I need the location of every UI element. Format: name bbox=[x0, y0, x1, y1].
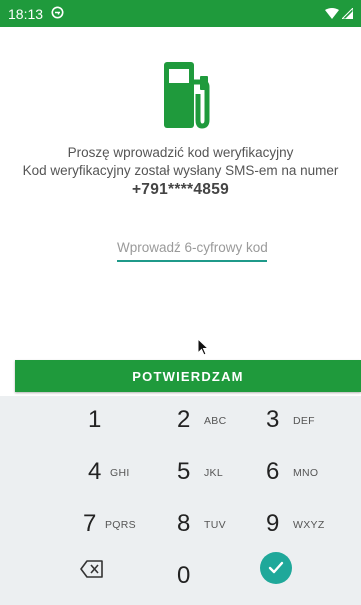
cellular-signal-icon bbox=[340, 6, 354, 22]
status-time: 18:13 bbox=[8, 5, 44, 22]
backspace-icon[interactable] bbox=[80, 559, 104, 579]
key-letters: WXYZ bbox=[293, 519, 325, 531]
key-letters: GHI bbox=[110, 467, 130, 479]
key-letters: ABC bbox=[204, 415, 227, 427]
sms-info-text: Kod weryfikacyjny został wysłany SMS-em … bbox=[22, 163, 339, 178]
key-digit: 0 bbox=[177, 562, 191, 589]
key-1[interactable]: 1 bbox=[88, 396, 128, 446]
key-digit: 3 bbox=[266, 406, 280, 433]
key-digit: 1 bbox=[88, 406, 102, 433]
done-button[interactable] bbox=[260, 552, 292, 584]
wifi-icon bbox=[325, 6, 339, 22]
key-6[interactable]: 6 MNO bbox=[266, 448, 336, 498]
key-2[interactable]: 2 ABC bbox=[177, 396, 237, 446]
key-letters: PQRS bbox=[105, 519, 136, 531]
key-digit: 9 bbox=[266, 510, 280, 537]
key-4[interactable]: 4 GHI bbox=[88, 448, 148, 498]
checkmark-icon bbox=[268, 561, 284, 574]
phone-number: +791****4859 bbox=[131, 181, 230, 198]
confirm-button[interactable]: POTWIERDZAM bbox=[15, 360, 361, 392]
mouse-pointer-icon bbox=[197, 337, 211, 358]
fuel-pump-icon bbox=[160, 60, 212, 132]
key-9[interactable]: 9 WXYZ bbox=[266, 500, 346, 550]
numeric-keypad: 1 2 ABC 3 DEF 4 GHI 5 JKL 6 MNO 7 PQRS 8… bbox=[0, 396, 361, 605]
key-digit: 5 bbox=[177, 458, 191, 485]
key-3[interactable]: 3 DEF bbox=[266, 396, 336, 446]
key-0[interactable]: 0 bbox=[177, 552, 217, 602]
key-5[interactable]: 5 JKL bbox=[177, 448, 237, 498]
key-digit: 6 bbox=[266, 458, 280, 485]
key-letters: DEF bbox=[293, 415, 315, 427]
key-letters: TUV bbox=[204, 519, 226, 531]
key-letters: MNO bbox=[293, 467, 319, 479]
key-digit: 4 bbox=[88, 458, 102, 485]
verification-code-input[interactable] bbox=[117, 234, 267, 262]
status-bar: 18:13 bbox=[0, 0, 361, 27]
key-letters: JKL bbox=[204, 467, 223, 479]
key-digit: 7 bbox=[83, 510, 97, 537]
instruction-text: Proszę wprowadzić kod weryfikacyjny bbox=[67, 145, 294, 160]
key-7[interactable]: 7 PQRS bbox=[83, 500, 153, 550]
key-8[interactable]: 8 TUV bbox=[177, 500, 237, 550]
status-icons bbox=[325, 6, 354, 22]
key-digit: 2 bbox=[177, 406, 191, 433]
key-digit: 8 bbox=[177, 510, 191, 537]
vpn-key-icon bbox=[51, 6, 64, 22]
